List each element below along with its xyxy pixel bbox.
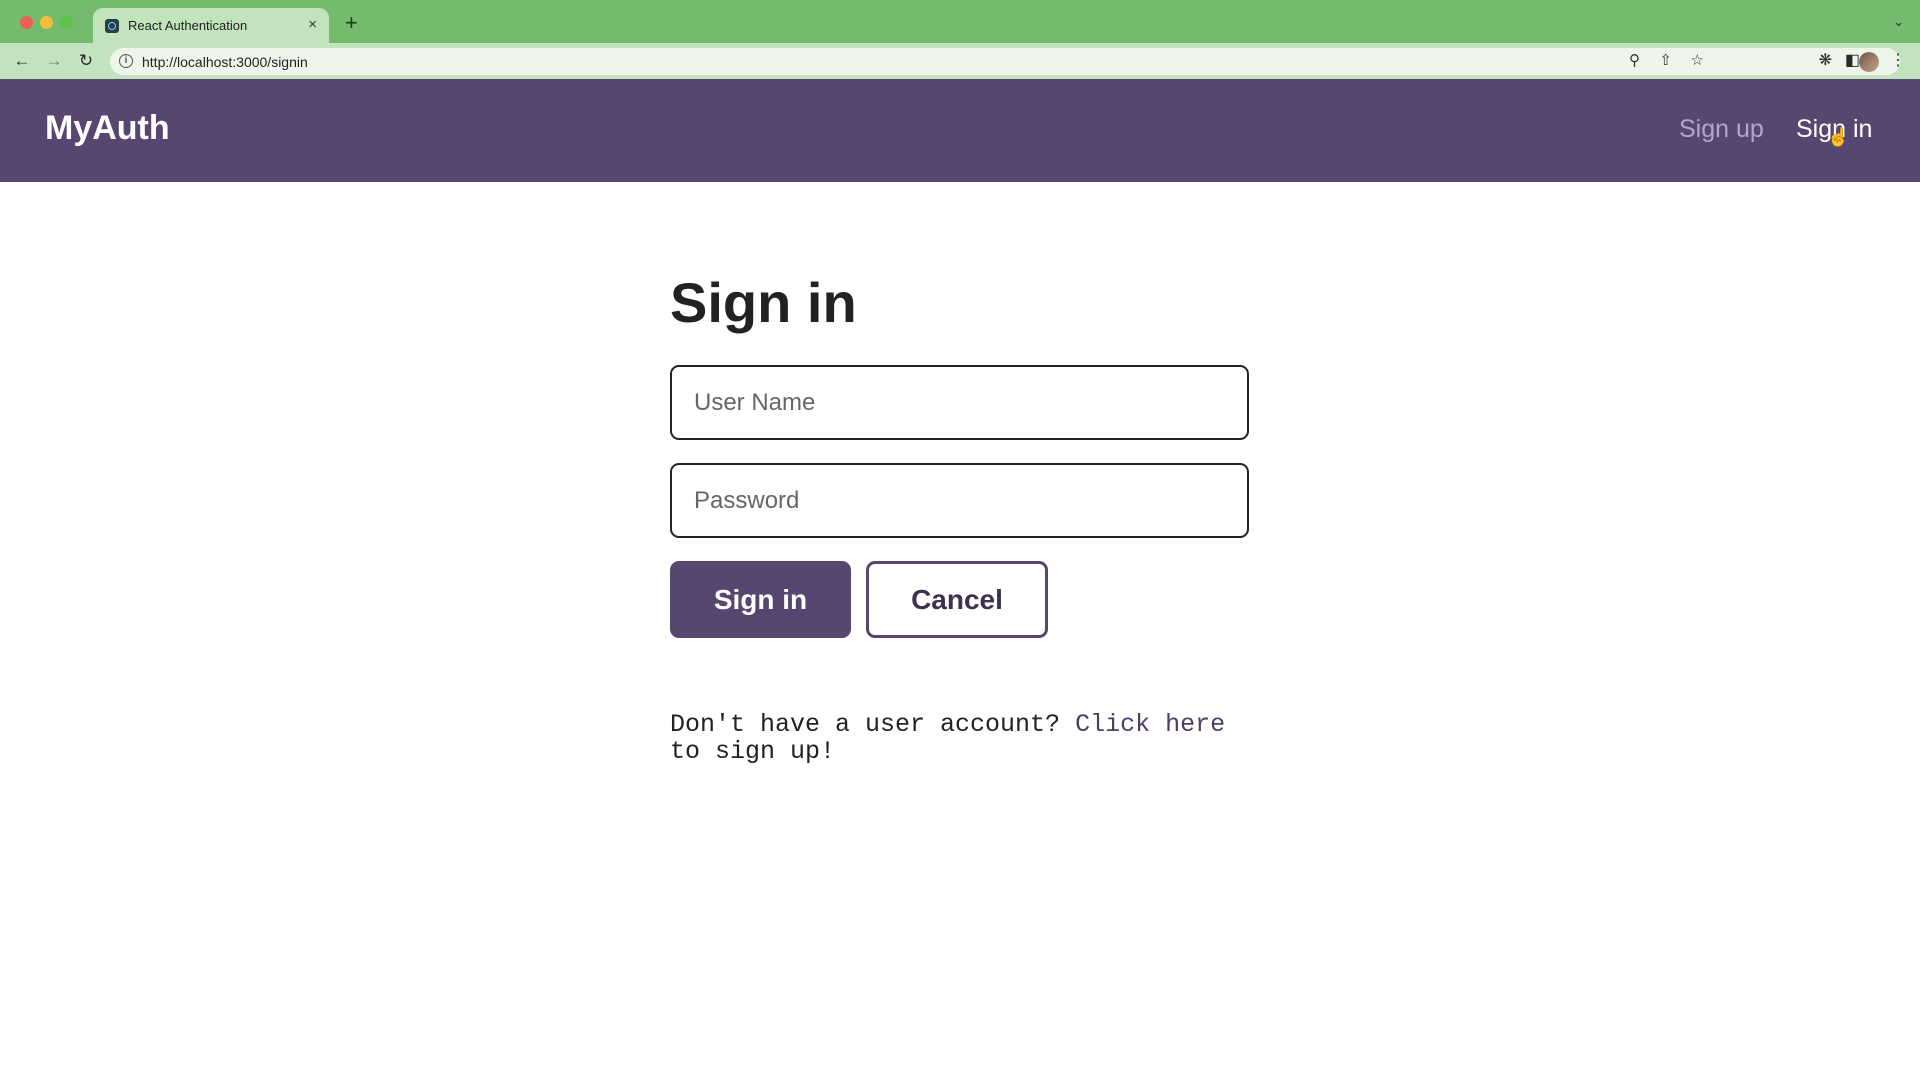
username-input[interactable] (670, 365, 1249, 440)
brand-logo[interactable]: MyAuth (45, 109, 170, 148)
minimize-window-button[interactable] (40, 16, 53, 29)
nav-sign-up-link[interactable]: Sign up (1679, 115, 1764, 144)
page-title: Sign in (670, 271, 857, 334)
app-navbar: MyAuth Sign up Sign in (0, 79, 1920, 182)
site-info-icon[interactable]: i (119, 54, 133, 68)
hand-pointer-cursor-icon: ☝ (1827, 127, 1850, 147)
new-tab-button[interactable]: + (345, 12, 358, 34)
back-arrow-icon[interactable]: ← (11, 50, 33, 72)
more-menu-icon[interactable]: ⋮ (1890, 50, 1906, 72)
cancel-button[interactable]: Cancel (866, 561, 1048, 638)
close-window-button[interactable] (20, 16, 33, 29)
password-input[interactable] (670, 463, 1249, 538)
browser-tabstrip: React Authentication × + ⌄ (0, 0, 1920, 43)
url-text[interactable]: http://localhost:3000/signin (142, 54, 308, 70)
signup-prompt-after: to sign up! (670, 737, 836, 766)
tab-close-icon[interactable]: × (308, 15, 317, 35)
forward-arrow-icon[interactable]: → (43, 50, 65, 72)
signup-prompt: Don't have a user account? Click here to… (670, 711, 1260, 765)
side-panel-icon[interactable]: ◧ (1845, 50, 1860, 72)
browser-tab[interactable]: React Authentication × (93, 8, 329, 43)
address-bar[interactable]: i http://localhost:3000/signin ⚲ ⇧ ☆ (110, 48, 1900, 75)
maximize-window-button[interactable] (60, 16, 73, 29)
signup-click-here-link[interactable]: Click here (1075, 710, 1225, 739)
bookmark-star-icon[interactable]: ☆ (1691, 52, 1704, 70)
extensions-puzzle-icon[interactable]: ❋ (1819, 50, 1832, 72)
profile-avatar[interactable] (1859, 52, 1879, 72)
signup-prompt-before: Don't have a user account? (670, 710, 1076, 739)
react-favicon-icon (105, 19, 119, 33)
share-icon[interactable]: ⇧ (1659, 52, 1672, 70)
browser-toolbar: ← → ↻ i http://localhost:3000/signin ⚲ ⇧… (0, 43, 1920, 79)
tab-title: React Authentication (128, 18, 248, 33)
tab-search-chevron-icon[interactable]: ⌄ (1893, 14, 1904, 30)
reload-icon[interactable]: ↻ (75, 50, 97, 72)
zoom-icon[interactable]: ⚲ (1629, 52, 1640, 70)
sign-in-button[interactable]: Sign in (670, 561, 851, 638)
